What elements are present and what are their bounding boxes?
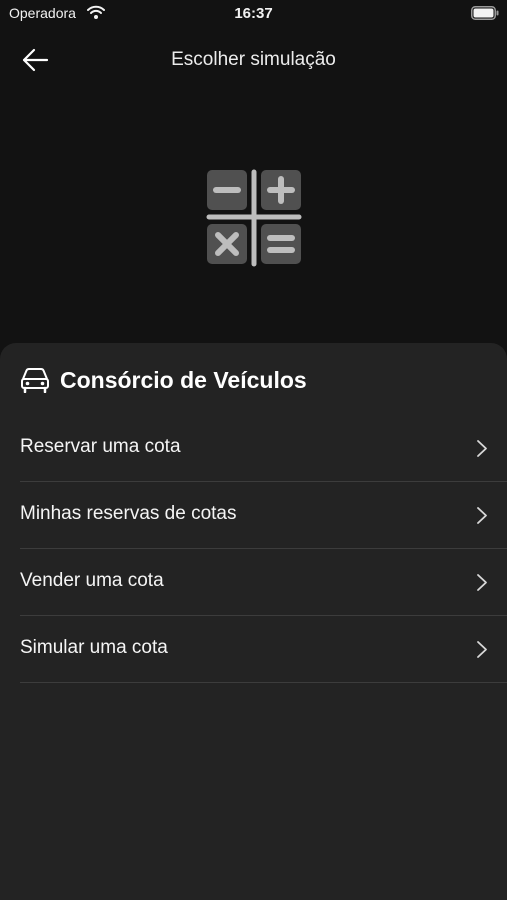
menu-list: Reservar uma cota Minhas reservas de cot… [20, 415, 507, 683]
page-title: Escolher simulação [171, 49, 336, 70]
menu-item-label: Reservar uma cota [20, 436, 181, 457]
menu-item-label: Vender uma cota [20, 570, 164, 591]
menu-item-minhas-reservas[interactable]: Minhas reservas de cotas [20, 482, 507, 549]
menu-item-vender-cota[interactable]: Vender uma cota [20, 549, 507, 616]
chevron-right-icon [477, 507, 487, 524]
chevron-right-icon [477, 641, 487, 658]
chevron-right-icon [477, 440, 487, 457]
nav-bar: Escolher simulação [0, 36, 507, 84]
car-icon [21, 368, 49, 393]
menu-item-label: Simular uma cota [20, 637, 168, 658]
battery-icon [471, 6, 499, 20]
section-header: Consórcio de Veículos [20, 365, 307, 395]
calculator-icon [206, 169, 302, 267]
status-time: 16:37 [234, 5, 273, 22]
menu-item-simular-cota[interactable]: Simular uma cota [20, 616, 507, 683]
bottom-sheet: Consórcio de Veículos Reservar uma cota … [0, 343, 507, 900]
menu-item-reservar-cota[interactable]: Reservar uma cota [20, 415, 507, 482]
chevron-right-icon [477, 574, 487, 591]
status-bar: Operadora 16:37 [0, 0, 507, 28]
section-title: Consórcio de Veículos [60, 366, 307, 393]
menu-item-label: Minhas reservas de cotas [20, 503, 237, 524]
